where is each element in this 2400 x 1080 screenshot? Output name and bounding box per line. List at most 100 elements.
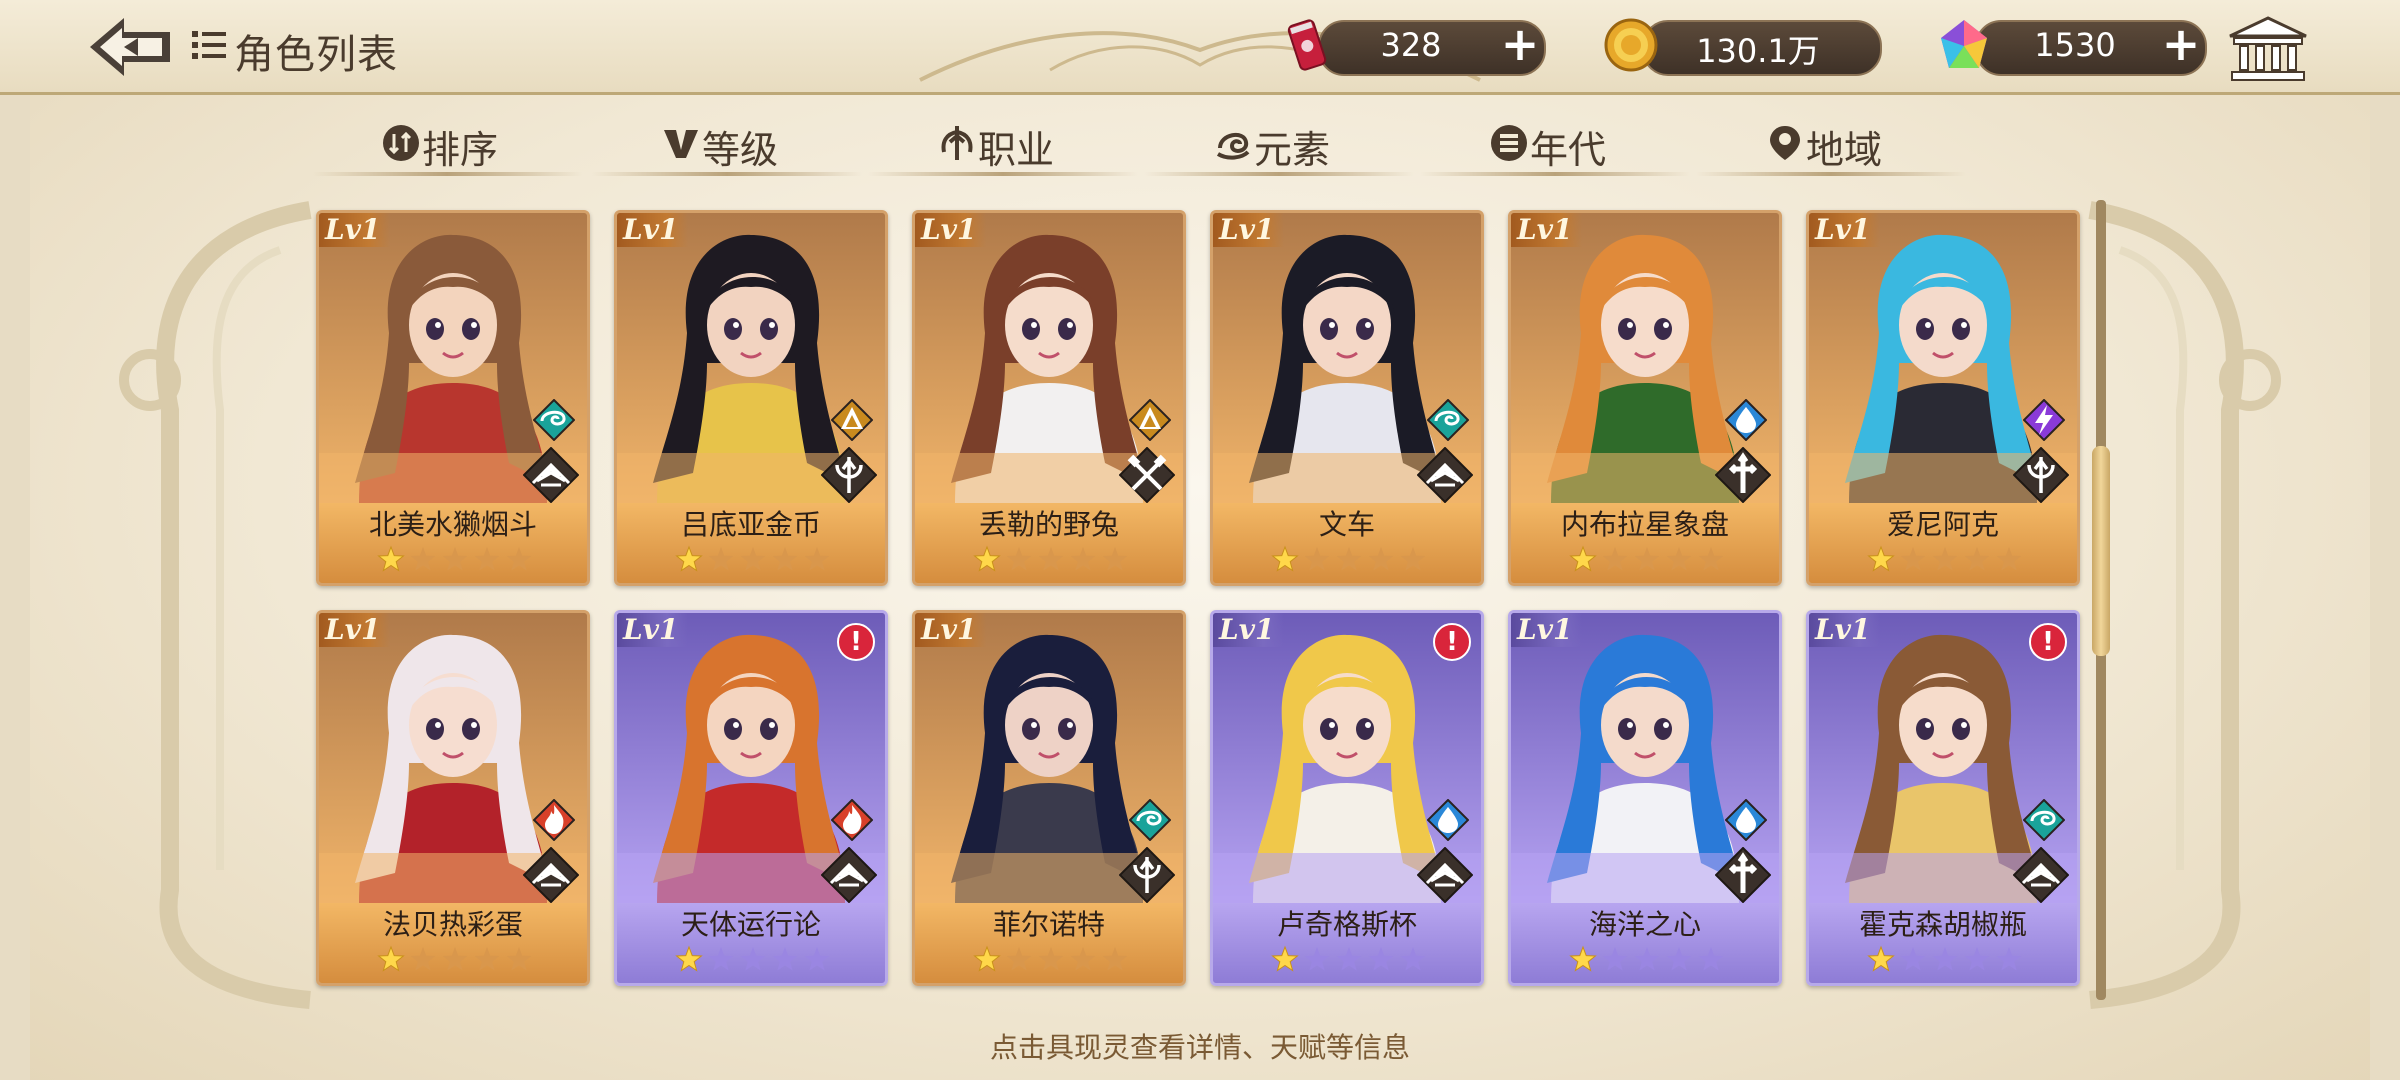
game-screen: 角色列表 328 + 130.1万 1530 + 排序 等级 职业 元素 年代 … bbox=[0, 0, 2400, 1080]
star-empty-icon bbox=[1666, 947, 1692, 971]
character-card[interactable]: Lv1 内布拉星象盘 bbox=[1508, 210, 1782, 586]
star-empty-icon bbox=[1666, 547, 1692, 571]
character-name: 丢勒的野兔 bbox=[978, 508, 1119, 541]
sort-icon bbox=[383, 125, 419, 161]
book-class-icon bbox=[523, 447, 579, 503]
star-empty-icon bbox=[1932, 947, 1958, 971]
wind-element-icon bbox=[2023, 799, 2065, 841]
star-empty-icon bbox=[1964, 947, 1990, 971]
character-name: 北美水獭烟斗 bbox=[368, 508, 537, 541]
star-empty-icon bbox=[772, 947, 798, 971]
star-empty-icon bbox=[1336, 547, 1362, 571]
star-rating bbox=[675, 545, 830, 572]
character-card[interactable]: Lv1 北美水獭烟斗 bbox=[316, 210, 590, 586]
book-class-icon bbox=[821, 847, 877, 903]
character-name: 文车 bbox=[1318, 508, 1375, 541]
star-empty-icon bbox=[1368, 947, 1394, 971]
star-empty-icon bbox=[1304, 947, 1330, 971]
water-element-icon bbox=[1725, 399, 1767, 441]
character-card[interactable]: Lv1 吕底亚金币 bbox=[614, 210, 888, 586]
character-card[interactable]: Lv1 丢勒的野兔 bbox=[912, 210, 1186, 586]
star-empty-icon bbox=[1038, 947, 1064, 971]
star-empty-icon bbox=[740, 947, 766, 971]
character-card[interactable]: Lv1! 天体运行论 bbox=[614, 610, 888, 986]
character-grid: Lv1 北美水獭烟斗 Lv1 吕底亚金币 Lv1 丢勒的野兔 Lv1 文车 Lv1 内布拉星象盘 L… bbox=[316, 210, 2080, 990]
character-name: 海洋之心 bbox=[1588, 908, 1701, 941]
alert-icon: ! bbox=[1433, 623, 1471, 661]
alert-icon: ! bbox=[837, 623, 875, 661]
back-button[interactable] bbox=[86, 12, 176, 82]
star-filled-icon bbox=[675, 545, 703, 572]
character-card[interactable]: Lv1! 霍克森胡椒瓶 bbox=[1806, 610, 2080, 986]
star-empty-icon bbox=[1634, 947, 1660, 971]
star-empty-icon bbox=[1698, 947, 1724, 971]
star-rating bbox=[675, 945, 830, 972]
tab-divider bbox=[1696, 172, 1966, 176]
hint-text: 点击具现灵查看详情、天赋等信息 bbox=[989, 1031, 1410, 1064]
star-empty-icon bbox=[474, 547, 500, 571]
star-empty-icon bbox=[1304, 547, 1330, 571]
star-empty-icon bbox=[708, 947, 734, 971]
star-empty-icon bbox=[506, 547, 532, 571]
character-card[interactable]: Lv1 爱尼阿克 bbox=[1806, 210, 2080, 586]
tab-divider bbox=[592, 172, 862, 176]
star-empty-icon bbox=[1698, 547, 1724, 571]
star-empty-icon bbox=[1336, 947, 1362, 971]
resource-crystal-value: 1530 bbox=[2034, 26, 2116, 64]
star-filled-icon bbox=[1271, 945, 1299, 972]
earth-element-icon bbox=[831, 399, 873, 441]
right-edge bbox=[2370, 0, 2400, 1080]
cross-class-icon bbox=[1715, 847, 1771, 903]
character-name: 菲尔诺特 bbox=[992, 908, 1105, 941]
tab-divider bbox=[1144, 172, 1414, 176]
level-badge: Lv1 bbox=[1809, 213, 1881, 247]
fire-element-icon bbox=[533, 799, 575, 841]
character-card[interactable]: Lv1! 卢奇格斯杯 bbox=[1210, 610, 1484, 986]
star-rating bbox=[973, 945, 1128, 972]
museum-icon[interactable] bbox=[2228, 16, 2308, 82]
star-empty-icon bbox=[1070, 547, 1096, 571]
character-card[interactable]: Lv1 菲尔诺特 bbox=[912, 610, 1186, 986]
star-empty-icon bbox=[804, 547, 830, 571]
location-pin-icon bbox=[1770, 126, 1800, 160]
cross-class-icon bbox=[1715, 447, 1771, 503]
star-empty-icon bbox=[442, 547, 468, 571]
wind-element-icon bbox=[1427, 399, 1469, 441]
star-empty-icon bbox=[804, 947, 830, 971]
character-card[interactable]: Lv1 海洋之心 bbox=[1508, 610, 1782, 986]
page-title: 角色列表 bbox=[234, 32, 398, 78]
star-empty-icon bbox=[1006, 547, 1032, 571]
character-card[interactable]: Lv1 法贝热彩蛋 bbox=[316, 610, 590, 986]
level-badge: Lv1 bbox=[617, 213, 689, 247]
tab-divider bbox=[312, 172, 582, 176]
trident-class-icon bbox=[821, 447, 877, 503]
level-badge: Lv1 bbox=[1511, 213, 1583, 247]
star-empty-icon bbox=[1102, 547, 1128, 571]
star-filled-icon bbox=[675, 945, 703, 972]
level-badge: Lv1 bbox=[319, 613, 391, 647]
character-card[interactable]: Lv1 文车 bbox=[1210, 210, 1484, 586]
tab-divider bbox=[868, 172, 1138, 176]
tab-class-label: 职业 bbox=[978, 128, 1055, 172]
add-can-button[interactable]: + bbox=[1498, 21, 1542, 68]
star-filled-icon bbox=[377, 945, 405, 972]
tab-sort-label: 排序 bbox=[422, 128, 499, 172]
star-filled-icon bbox=[1867, 945, 1895, 972]
star-empty-icon bbox=[1964, 547, 1990, 571]
star-rating bbox=[1271, 945, 1426, 972]
add-crystal-button[interactable]: + bbox=[2159, 21, 2203, 68]
level-badge: Lv1 bbox=[915, 613, 987, 647]
tab-element-label: 元素 bbox=[1254, 128, 1331, 172]
star-filled-icon bbox=[377, 545, 405, 572]
alert-icon: ! bbox=[2029, 623, 2067, 661]
star-rating bbox=[1569, 545, 1724, 572]
star-empty-icon bbox=[1996, 547, 2022, 571]
scroll-thumb[interactable] bbox=[2092, 446, 2110, 656]
character-name: 霍克森胡椒瓶 bbox=[1858, 908, 2027, 941]
left-ornament-frame bbox=[110, 190, 330, 1010]
earth-element-icon bbox=[1129, 399, 1171, 441]
character-name: 吕底亚金币 bbox=[680, 508, 821, 541]
star-filled-icon bbox=[1867, 545, 1895, 572]
star-empty-icon bbox=[1102, 947, 1128, 971]
star-empty-icon bbox=[1006, 947, 1032, 971]
